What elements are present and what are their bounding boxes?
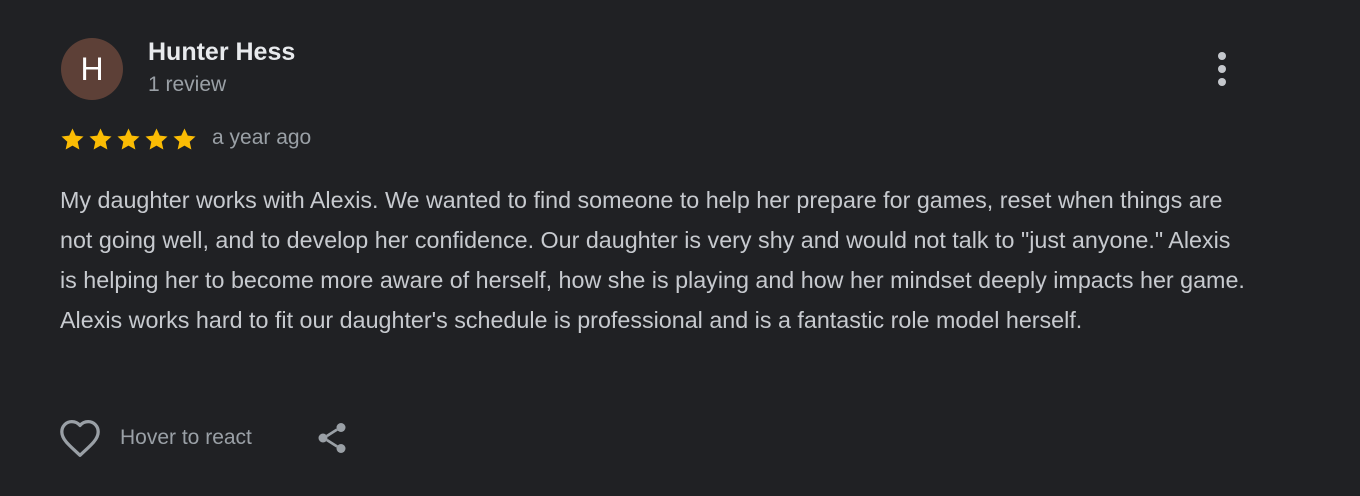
avatar[interactable]: H — [61, 38, 123, 100]
star-icon — [171, 126, 198, 153]
author-name[interactable]: Hunter Hess — [148, 38, 295, 67]
star-rating — [59, 126, 198, 153]
review-text: My daughter works with Alexis. We wanted… — [60, 187, 1245, 333]
react-button[interactable]: Hover to react — [58, 418, 252, 458]
author-review-count: 1 review — [148, 73, 227, 96]
star-icon — [59, 126, 86, 153]
star-icon — [143, 126, 170, 153]
share-button[interactable] — [314, 419, 350, 457]
react-label: Hover to react — [120, 426, 252, 449]
star-icon — [115, 126, 142, 153]
star-icon — [87, 126, 114, 153]
more-vert-icon — [1218, 52, 1226, 86]
review-time: a year ago — [212, 126, 312, 149]
more-options-button[interactable] — [1200, 46, 1244, 92]
review-actions: Hover to react — [58, 418, 350, 458]
heart-outline-icon — [60, 420, 100, 457]
share-icon — [318, 423, 346, 453]
review-card: H Hunter Hess 1 review a year ago My dau… — [0, 0, 1360, 496]
